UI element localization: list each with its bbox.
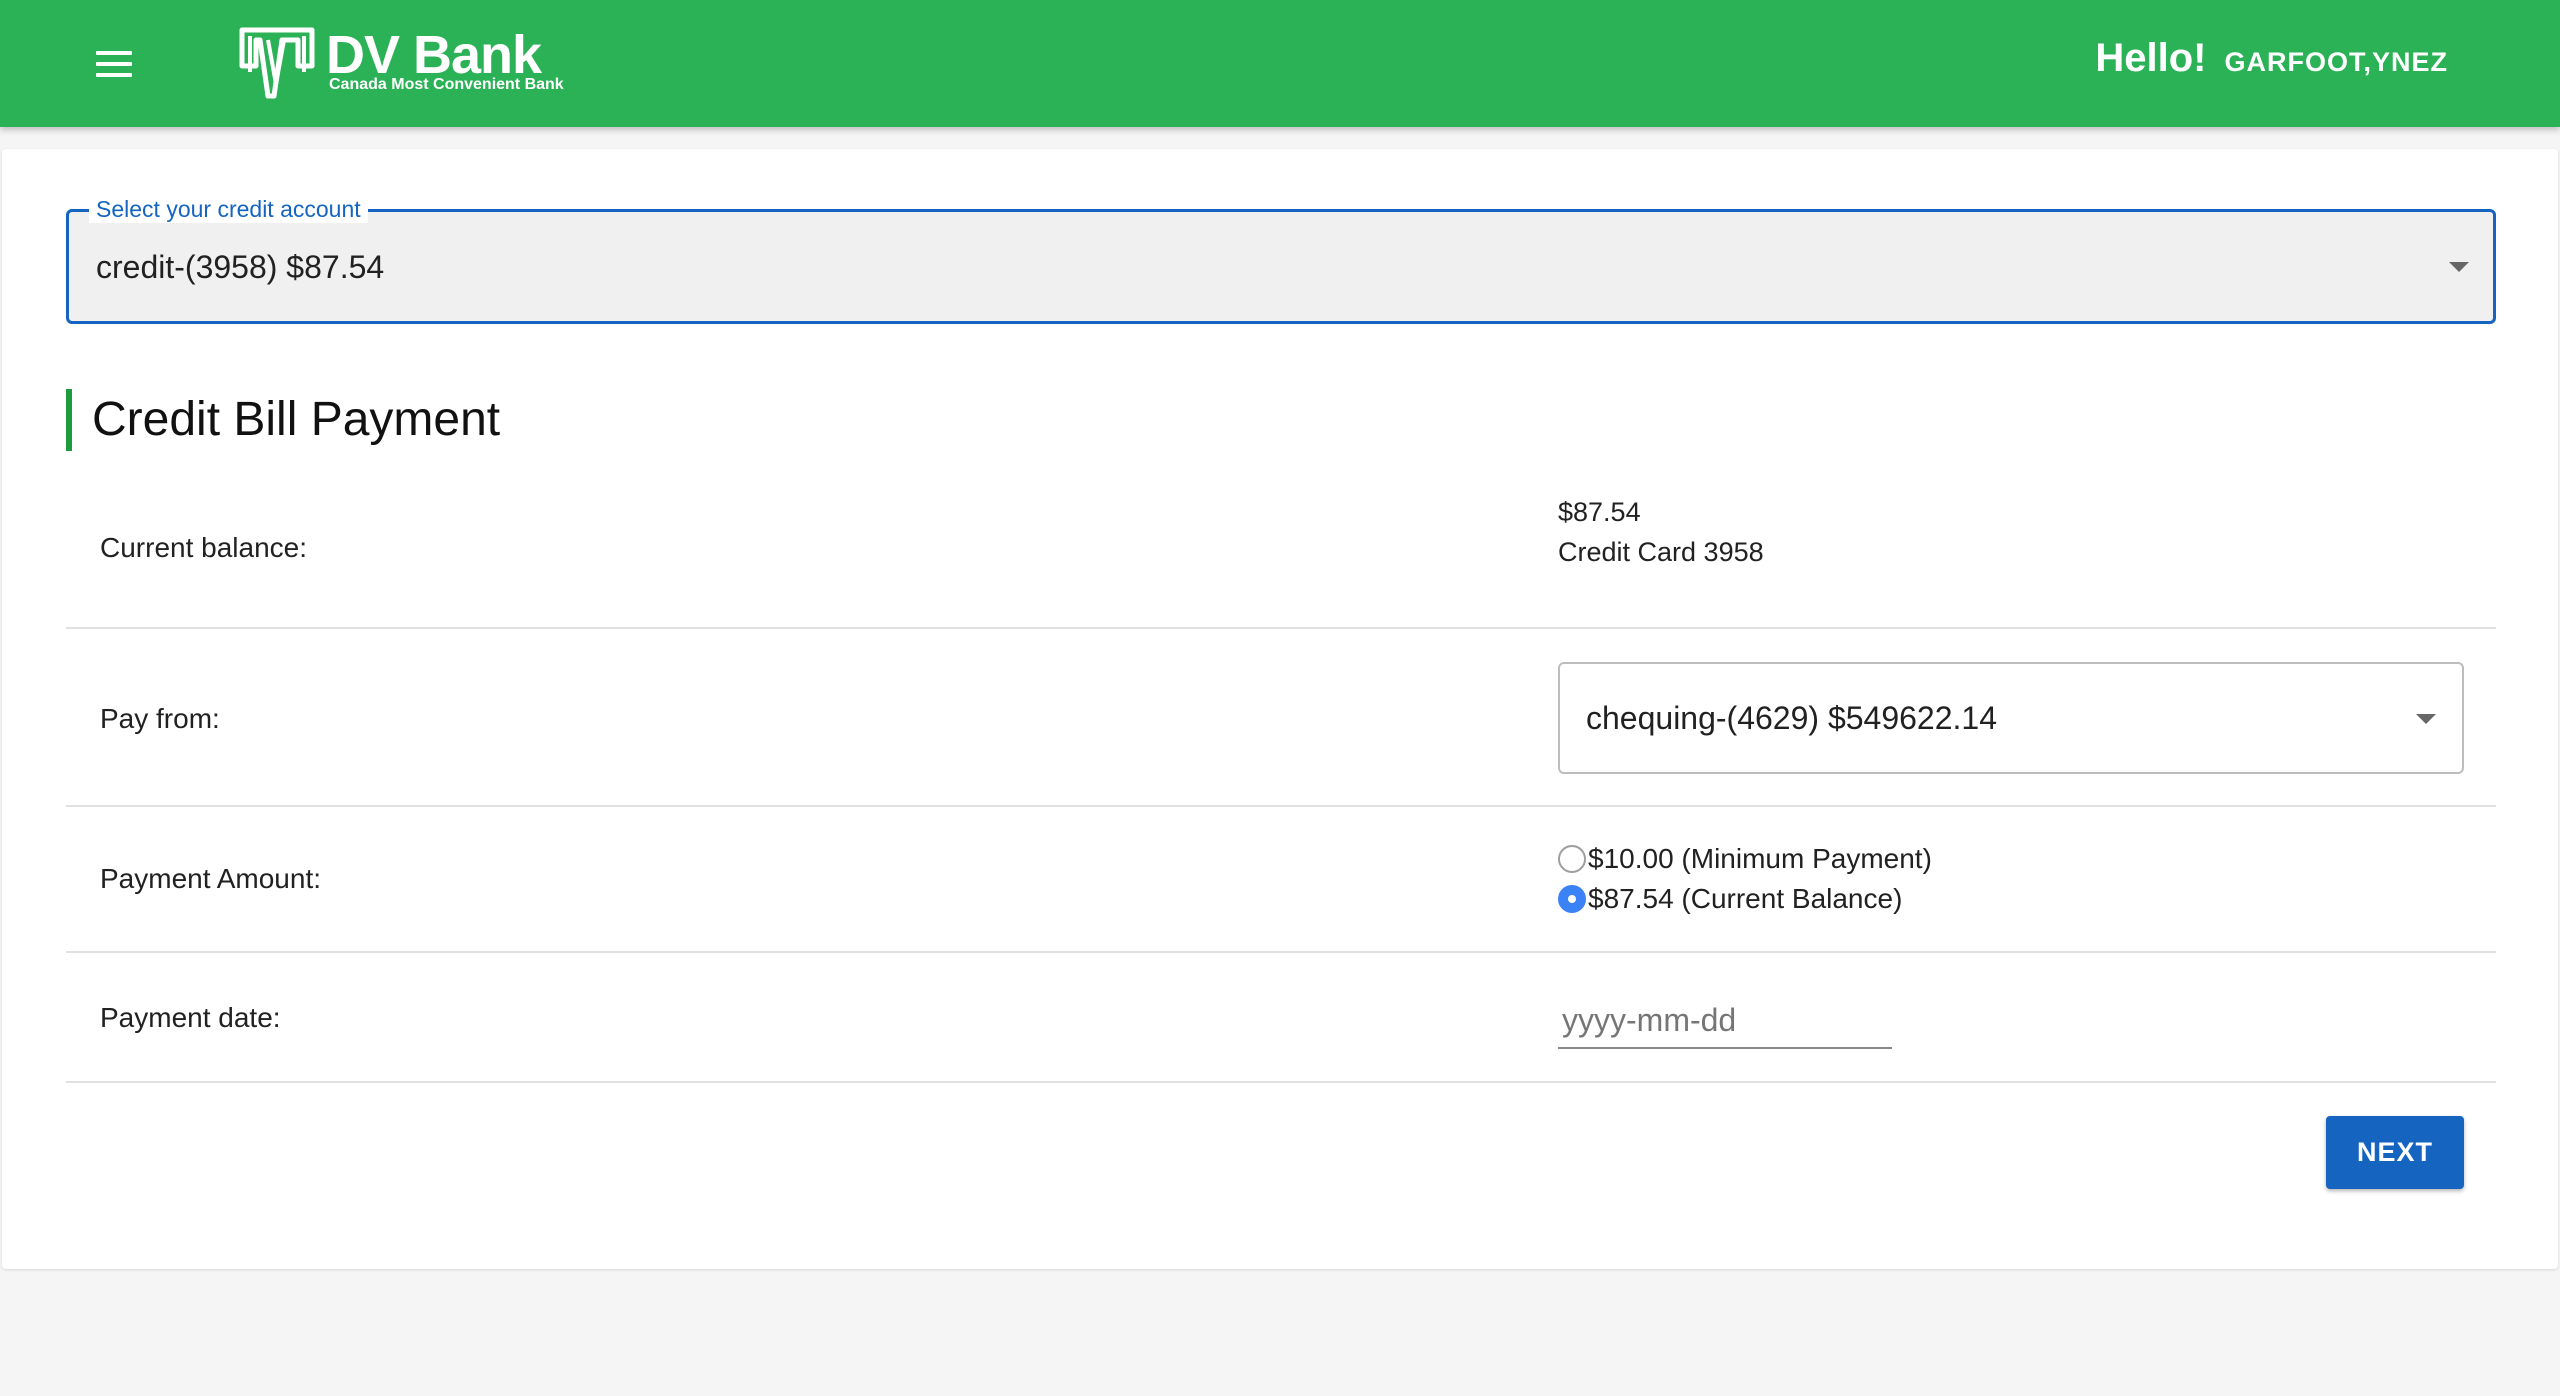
payment-date-label: Payment date:: [100, 1002, 281, 1033]
radio-label: $10.00 (Minimum Payment): [1588, 843, 1932, 874]
radio-button[interactable]: [1558, 845, 1586, 873]
pay-from-select[interactable]: chequing-(4629) $549622.14: [1558, 662, 2464, 774]
greeting-text: Hello!: [2095, 36, 2207, 80]
current-balance-label: Current balance:: [100, 532, 308, 563]
current-balance-row: Current balance: $87.54 Credit Card 3958: [66, 476, 2496, 629]
pay-from-row: Pay from: chequing-(4629) $549622.14: [66, 629, 2496, 807]
radio-label: $87.54 (Current Balance): [1588, 883, 1903, 914]
balance-card: Credit Card 3958: [1558, 537, 1764, 567]
brand-tagline: Canada Most Convenient Bank: [329, 76, 564, 93]
payment-card: Select your credit account credit-(3958)…: [2, 149, 2558, 1269]
user-name: GARFOOT,YNEZ: [2224, 47, 2448, 77]
current-balance-value: $87.54 Credit Card 3958: [1558, 492, 1764, 572]
dv-logo-icon: [239, 27, 315, 99]
next-button[interactable]: NEXT: [2326, 1116, 2464, 1189]
pay-from-label: Pay from:: [100, 703, 220, 734]
page-title: Credit Bill Payment: [66, 389, 500, 451]
credit-account-label: Select your credit account: [89, 196, 368, 223]
radio-button-selected[interactable]: [1558, 885, 1586, 913]
user-greeting: Hello! GARFOOT,YNEZ: [2095, 36, 2448, 81]
credit-account-value: credit-(3958) $87.54: [96, 249, 385, 285]
dropdown-arrow-icon: [2449, 262, 2469, 272]
balance-amount: $87.54: [1558, 497, 1641, 527]
payment-amount-options: $10.00 (Minimum Payment) $87.54 (Current…: [1558, 839, 1932, 919]
payment-amount-label: Payment Amount:: [100, 863, 322, 894]
dropdown-arrow-icon: [2416, 714, 2436, 724]
pay-from-value: chequing-(4629) $549622.14: [1586, 700, 1997, 736]
radio-minimum-payment[interactable]: $10.00 (Minimum Payment): [1558, 839, 1932, 879]
app-header: DV Bank Canada Most Convenient Bank Hell…: [0, 0, 2560, 127]
payment-date-input[interactable]: [1558, 993, 1892, 1049]
payment-amount-row: Payment Amount: $10.00 (Minimum Payment)…: [66, 807, 2496, 953]
radio-current-balance[interactable]: $87.54 (Current Balance): [1558, 879, 1932, 919]
hamburger-menu-icon[interactable]: [96, 44, 144, 84]
credit-account-select[interactable]: Select your credit account credit-(3958)…: [66, 196, 2496, 324]
payment-date-row: Payment date:: [66, 953, 2496, 1083]
